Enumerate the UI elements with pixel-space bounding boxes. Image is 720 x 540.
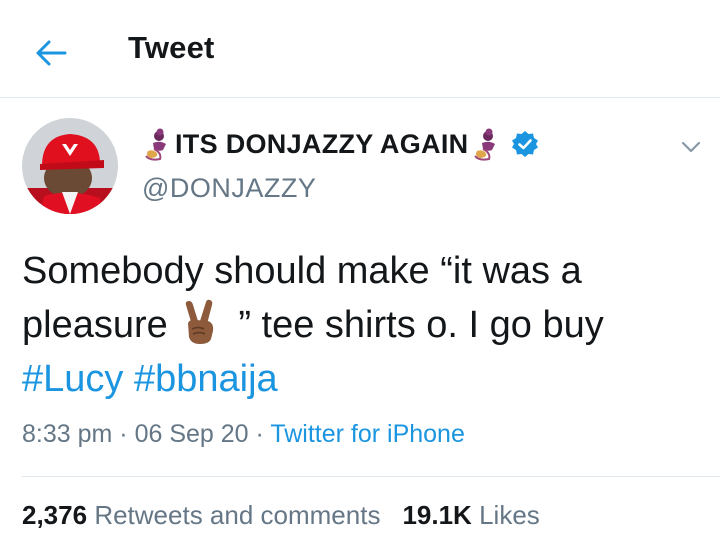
author-display-name: ITS DONJAZZY AGAIN [175, 128, 469, 159]
arrow-left-icon [36, 40, 67, 66]
hashtag-link[interactable]: #bbnaija [134, 358, 278, 400]
tweet-text-part2a: pleasure [22, 304, 168, 346]
likes-label: Likes [479, 500, 540, 530]
author-name-row[interactable]: ITS DONJAZZY AGAIN [142, 124, 539, 164]
retweets-stat[interactable]: 2,376 Retweets and comments [22, 500, 380, 530]
tweet-source-link[interactable]: Twitter for iPhone [270, 420, 465, 448]
tweet-text-part2b: ” tee shirts o. I go buy [227, 304, 604, 346]
avatar-image [22, 118, 118, 214]
victory-hand-emoji-icon [178, 299, 224, 345]
back-button[interactable] [34, 36, 68, 70]
verified-badge-icon [511, 130, 539, 158]
retweets-count: 2,376 [22, 500, 88, 530]
genie-emoji-icon [471, 127, 501, 161]
hashtag-link[interactable]: #Lucy [22, 358, 123, 400]
tweet-text-line1: Somebody should make “it was a [22, 250, 582, 292]
divider [22, 476, 720, 477]
meta-separator: · [112, 420, 135, 448]
likes-stat[interactable]: 19.1K Likes [402, 500, 539, 530]
likes-count: 19.1K [402, 500, 472, 530]
meta-separator: · [248, 420, 271, 448]
tweet-date: 06 Sep 20 [134, 420, 249, 448]
tweet-stats: 2,376 Retweets and comments 19.1K Likes [22, 500, 540, 531]
chevron-down-icon [681, 141, 701, 153]
tweet-meta: 8:33 pm · 06 Sep 20 · Twitter for iPhone [22, 420, 465, 449]
retweets-label: Retweets and comments [94, 500, 381, 530]
tweet-time: 8:33 pm [22, 420, 113, 448]
page-title: Tweet [128, 30, 215, 65]
tweet-text: Somebody should make “it was a pleasure … [22, 244, 702, 406]
author-handle[interactable]: @DONJAZZY [142, 173, 316, 204]
top-bar: Tweet [0, 0, 720, 98]
tweet-options-button[interactable] [676, 132, 706, 162]
genie-emoji-icon [142, 127, 172, 161]
avatar[interactable] [22, 118, 118, 214]
